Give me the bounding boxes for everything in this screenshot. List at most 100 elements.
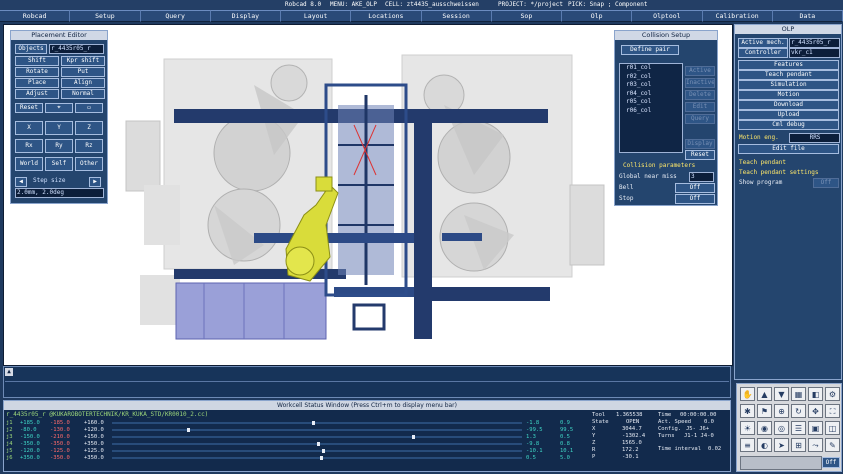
place-button[interactable]: Place — [15, 78, 59, 88]
active-mech-button[interactable]: Active mech. — [738, 38, 788, 48]
list-item[interactable]: r04_col — [620, 90, 682, 99]
controller-button[interactable]: Controller — [738, 48, 788, 58]
define-pair-button[interactable]: Define pair — [621, 45, 679, 55]
list-item[interactable]: r06_col — [620, 107, 682, 116]
adjust-button[interactable]: Adjust — [15, 89, 59, 99]
command-area[interactable]: ▲ — [3, 366, 731, 398]
menu-icon[interactable]: ☰ — [791, 421, 806, 435]
shift-button[interactable]: Shift — [15, 56, 59, 66]
menu-session[interactable]: Session — [421, 10, 492, 22]
fit-icon[interactable]: ⛶ — [825, 404, 840, 418]
normal-button[interactable]: Normal — [61, 89, 105, 99]
target-icon[interactable]: ◎ — [774, 421, 789, 435]
step-right-button[interactable]: ▶ — [89, 177, 101, 187]
menu-query[interactable]: Query — [140, 10, 211, 22]
global-near-miss-field[interactable]: 3 — [689, 172, 714, 182]
rotate-icon[interactable]: ↻ — [791, 404, 806, 418]
put-button[interactable]: Put — [61, 67, 105, 77]
cube-icon[interactable]: ◧ — [808, 387, 823, 401]
kpr-shift-button[interactable]: Kpr shift — [61, 56, 105, 66]
arrow-up-icon[interactable]: ▲ — [757, 387, 772, 401]
joint-sliders[interactable] — [112, 419, 522, 463]
world-frame-button[interactable]: World — [15, 157, 43, 171]
rotate-button[interactable]: Rotate — [15, 67, 59, 77]
rz-axis-button[interactable]: Rz — [75, 139, 103, 153]
pointer-icon[interactable]: ➤ — [774, 438, 789, 452]
teach-pendant-button[interactable]: Teach pendant — [738, 70, 839, 80]
bell-select[interactable]: Off — [675, 183, 715, 193]
icon-palette-strip[interactable] — [740, 456, 822, 470]
motion-eng-field[interactable]: RRS — [789, 133, 840, 143]
ry-axis-button[interactable]: Ry — [45, 139, 73, 153]
robot-icon[interactable]: ⚙ — [825, 387, 840, 401]
menu-locations[interactable]: Locations — [351, 10, 422, 22]
light-icon[interactable]: ☀ — [740, 421, 755, 435]
tool-icon[interactable]: ✎ — [825, 438, 840, 452]
align-button[interactable]: Align — [61, 78, 105, 88]
pan-icon[interactable]: ✥ — [808, 404, 823, 418]
menu-display[interactable]: Display — [210, 10, 281, 22]
view-icon[interactable]: ◐ — [757, 438, 772, 452]
gear-icon[interactable]: ✱ — [740, 404, 755, 418]
path-icon[interactable]: ⤳ — [808, 438, 823, 452]
controller-field[interactable]: vkr_c1 — [789, 48, 840, 58]
active-button[interactable]: Active — [685, 66, 715, 76]
list-item[interactable]: r05_col — [620, 98, 682, 107]
list-item[interactable]: r02_col — [620, 73, 682, 82]
cml-debug-button[interactable]: Cml debug — [738, 120, 839, 130]
stop-select[interactable]: Off — [675, 194, 715, 204]
step-size-field[interactable]: 2.0mm, 2.0deg — [15, 188, 104, 198]
axis-icon-button[interactable]: ⌖ — [45, 103, 73, 113]
box-icon[interactable]: ▣ — [808, 421, 823, 435]
menu-data[interactable]: Data — [772, 10, 843, 22]
show-program-select[interactable]: Off — [813, 178, 839, 188]
frame-icon[interactable]: ⊞ — [791, 438, 806, 452]
off-select[interactable]: Off — [822, 457, 840, 468]
step-left-button[interactable]: ◀ — [15, 177, 27, 187]
camera-icon[interactable]: ◉ — [757, 421, 772, 435]
z-axis-button[interactable]: Z — [75, 121, 103, 135]
menu-layout[interactable]: Layout — [281, 10, 352, 22]
flag-icon[interactable]: ⚑ — [757, 404, 772, 418]
zoom-icon[interactable]: ⊕ — [774, 404, 789, 418]
rx-axis-button[interactable]: Rx — [15, 139, 43, 153]
view-icon-button[interactable]: ▭ — [75, 103, 103, 113]
menu-olptool[interactable]: Olptool — [632, 10, 703, 22]
y-axis-button[interactable]: Y — [45, 121, 73, 135]
split-icon[interactable]: ◫ — [825, 421, 840, 435]
teach-pendant-settings-label[interactable]: Teach pendant settings — [739, 169, 818, 176]
motion-button[interactable]: Motion — [738, 90, 839, 100]
list-item[interactable]: r01_col — [620, 64, 682, 73]
collision-setup-title: Collision Setup — [615, 31, 717, 40]
query-button[interactable]: Query — [685, 114, 715, 124]
edit-file-button[interactable]: Edit file — [738, 144, 839, 154]
objects-field[interactable]: r_4435r05_r — [49, 44, 104, 54]
other-frame-button[interactable]: Other — [75, 157, 103, 171]
objects-button[interactable]: Objects — [15, 44, 47, 54]
scroll-up-button[interactable]: ▲ — [5, 368, 13, 376]
collision-pair-list[interactable]: r01_col r02_col r03_col r04_col r05_col … — [619, 63, 683, 153]
delete-button[interactable]: Delete — [685, 90, 715, 100]
upload-button[interactable]: Upload — [738, 110, 839, 120]
menu-olp[interactable]: Olp — [562, 10, 633, 22]
x-axis-button[interactable]: X — [15, 121, 43, 135]
grid-icon[interactable]: ▦ — [791, 387, 806, 401]
features-button[interactable]: Features — [738, 60, 839, 70]
reset-collision-button[interactable]: Reset — [685, 150, 715, 160]
active-mech-field[interactable]: r_4435r05_r — [789, 38, 840, 48]
hand-icon[interactable]: ✋ — [740, 387, 755, 401]
menu-setup[interactable]: Setup — [70, 10, 141, 22]
edit-button[interactable]: Edit — [685, 102, 715, 112]
layers-icon[interactable]: ≡ — [740, 438, 755, 452]
arrow-down-icon[interactable]: ▼ — [774, 387, 789, 401]
simulation-button[interactable]: Simulation — [738, 80, 839, 90]
menu-calibration[interactable]: Calibration — [702, 10, 773, 22]
self-frame-button[interactable]: Self — [45, 157, 73, 171]
inactive-button[interactable]: Inactive — [685, 78, 715, 88]
reset-button[interactable]: Reset — [15, 103, 43, 113]
display-button[interactable]: Display — [685, 139, 715, 149]
list-item[interactable]: r03_col — [620, 81, 682, 90]
menu-sop[interactable]: Sop — [491, 10, 562, 22]
download-button[interactable]: Download — [738, 100, 839, 110]
menu-robcad[interactable]: Robcad — [0, 10, 71, 22]
